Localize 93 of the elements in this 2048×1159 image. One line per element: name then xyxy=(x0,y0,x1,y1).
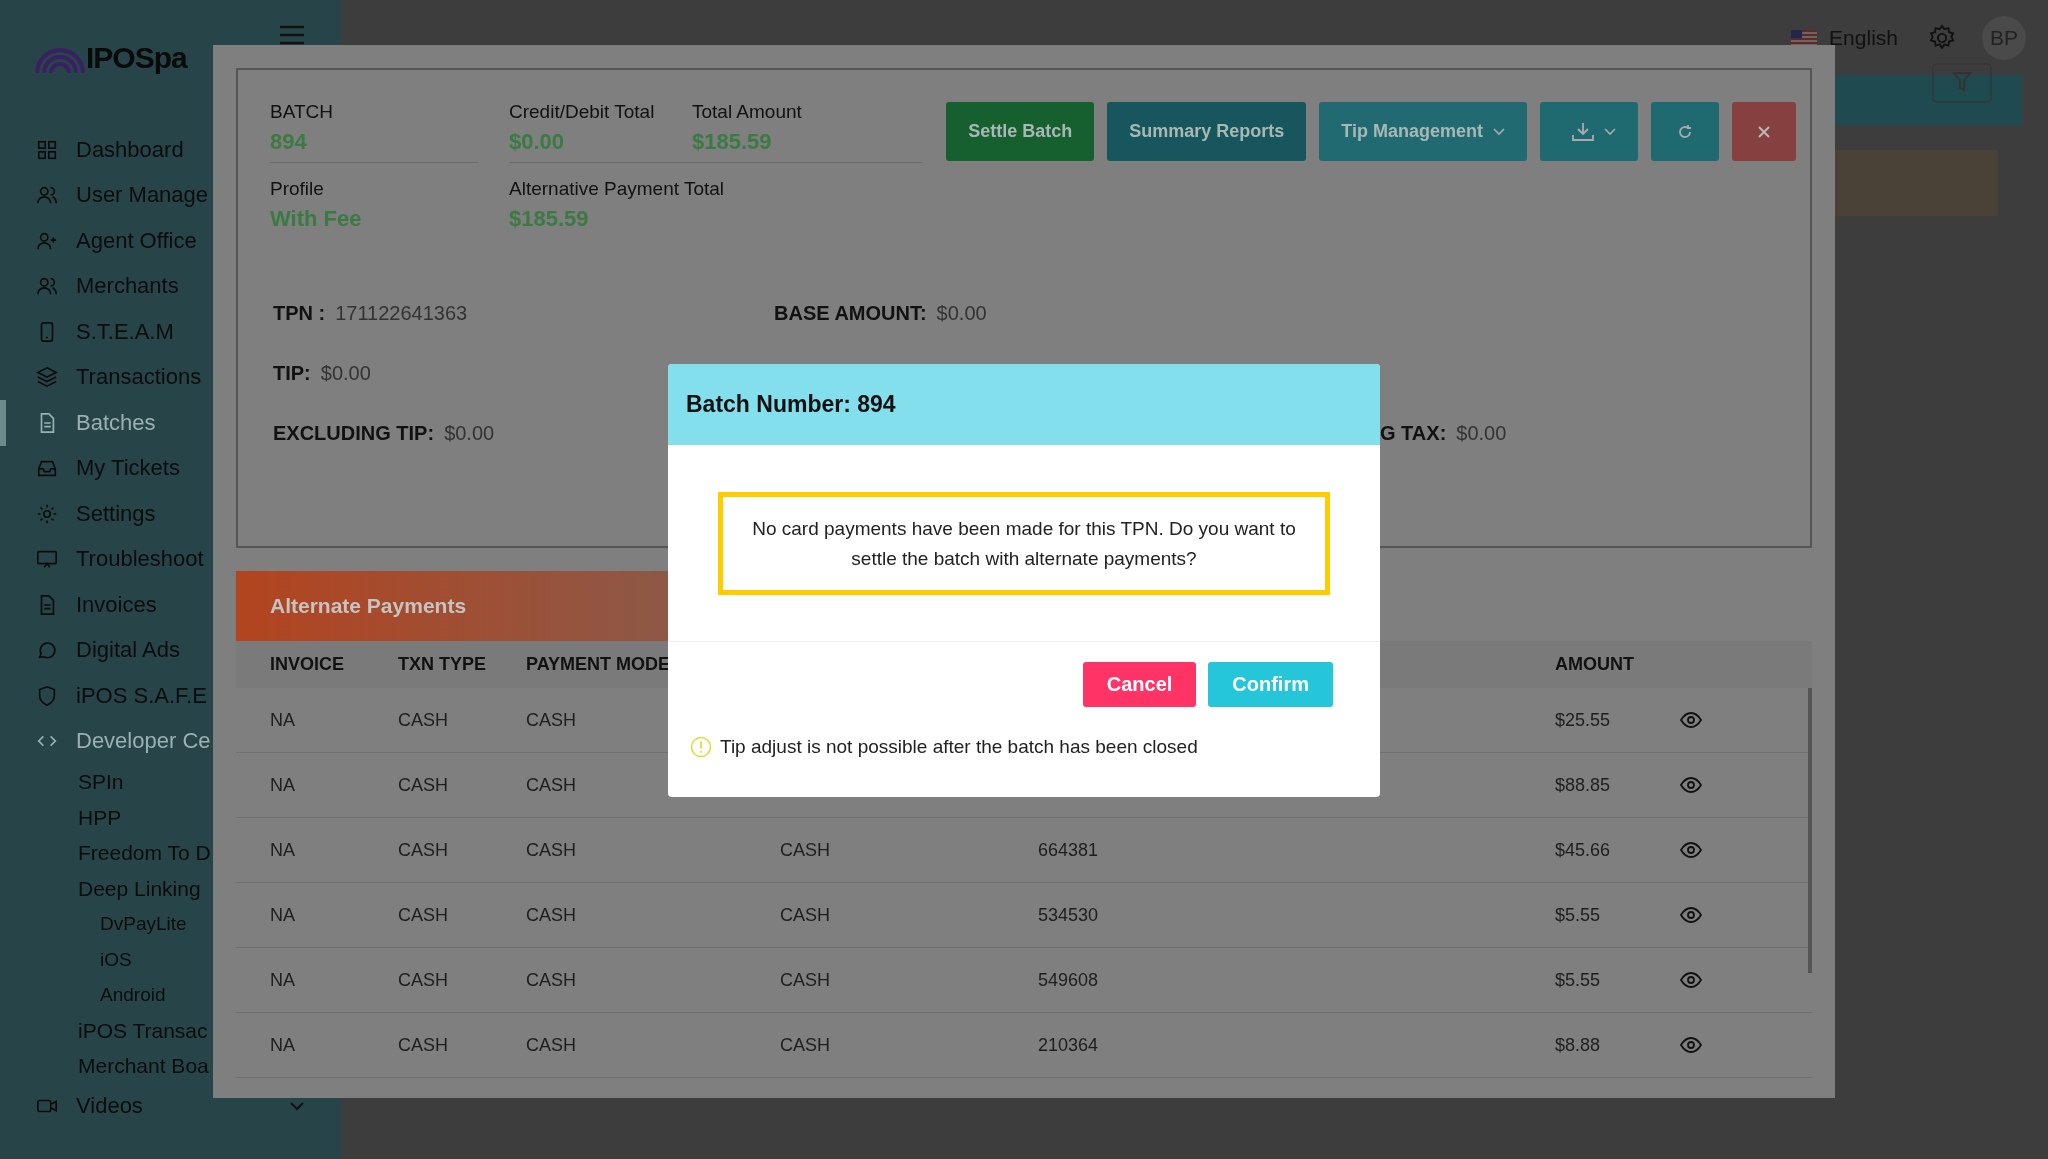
table-cell-text: CASH xyxy=(780,839,831,861)
chat-icon xyxy=(36,639,58,662)
chevron-down-icon xyxy=(289,1101,305,1112)
dialog-title: Batch Number: 894 xyxy=(686,391,896,418)
table-cell-text: 664381 xyxy=(1038,839,1100,861)
detail-label: G TAX: xyxy=(1380,421,1447,445)
table-cell-text: CASH xyxy=(780,1034,831,1056)
grid-icon xyxy=(36,138,58,161)
table-cell-text: CASH xyxy=(398,969,449,991)
table-cell-text: NA xyxy=(270,904,296,926)
table-cell-text: CASH xyxy=(526,1034,577,1056)
detail-value: $0.00 xyxy=(320,361,371,385)
confirm-button[interactable]: Confirm xyxy=(1208,662,1333,707)
table-cell-text: NA xyxy=(270,774,296,796)
chevron-down-icon xyxy=(1493,127,1505,136)
table-cell-text: CASH xyxy=(398,904,449,926)
tip-management-dropdown[interactable]: Tip Management xyxy=(1319,102,1527,161)
table-cell-text: 549608 xyxy=(1038,969,1100,991)
detail-label: TPN : xyxy=(273,301,326,325)
view-icon[interactable] xyxy=(1680,972,1702,988)
view-icon[interactable] xyxy=(1680,842,1702,858)
warning-message: No card payments have been made for this TPN. Do you want to settle the batch with alternate payments? xyxy=(718,492,1330,595)
table-cell-text: 534530 xyxy=(1038,904,1100,926)
column-header: INVOICE xyxy=(270,654,345,675)
summary-value: $185.59 xyxy=(509,205,590,233)
detail-label: TIP: xyxy=(273,361,311,385)
table-cell-text: $5.55 xyxy=(1555,904,1602,926)
info-icon xyxy=(690,736,712,758)
table-cell-text: CASH xyxy=(398,1034,449,1056)
close-button[interactable] xyxy=(1732,102,1796,161)
logo-text: IPOSpa xyxy=(86,41,187,75)
chevron-down-icon xyxy=(1604,127,1616,136)
download-icon xyxy=(1572,121,1594,142)
view-icon[interactable] xyxy=(1680,712,1702,728)
section-title: Alternate Payments xyxy=(270,594,467,618)
table-cell-text: CASH xyxy=(526,774,577,796)
layers-icon xyxy=(36,366,58,389)
scrollbar[interactable] xyxy=(1808,688,1812,973)
summary-label: Alternative Payment Total xyxy=(509,177,726,201)
summary-label: BATCH xyxy=(270,100,334,124)
sidebar-item[interactable]: Troubleshoot xyxy=(0,536,341,582)
table-cell-text: NA xyxy=(270,709,296,731)
download-button[interactable] xyxy=(1540,102,1638,161)
column-header: PAYMENT MODE xyxy=(526,654,672,675)
shield-icon xyxy=(36,684,58,707)
summary-label: Total Amount xyxy=(692,100,803,124)
table-cell-text: CASH xyxy=(398,774,449,796)
detail-value: 171122641363 xyxy=(335,301,468,325)
table-cell-text: NA xyxy=(270,839,296,861)
view-icon[interactable] xyxy=(1680,907,1702,923)
sidebar-item[interactable]: My Tickets xyxy=(0,445,341,491)
table-cell-text: NA xyxy=(270,1034,296,1056)
table-cell-text: CASH xyxy=(526,969,577,991)
settings-icon[interactable] xyxy=(1928,23,1956,52)
detail-value: $0.00 xyxy=(936,301,987,325)
table-cell-text: CASH xyxy=(398,839,449,861)
table-cell-text: $88.85 xyxy=(1555,774,1612,796)
detail-value: $0.00 xyxy=(444,421,495,445)
menu-icon[interactable] xyxy=(279,24,305,45)
summary-value: $185.59 xyxy=(692,128,773,156)
view-icon[interactable] xyxy=(1680,1037,1702,1053)
table-cell-text: CASH xyxy=(398,709,449,731)
table-cell-text: CASH xyxy=(780,904,831,926)
refresh-button[interactable] xyxy=(1651,102,1719,161)
column-header: AMOUNT xyxy=(1555,654,1635,675)
table-cell-text: CASH xyxy=(780,969,831,991)
summary-label: Credit/Debit Total xyxy=(509,100,656,124)
close-icon xyxy=(1757,124,1771,139)
table-cell-text: NA xyxy=(270,969,296,991)
summary-value: $0.00 xyxy=(509,128,566,156)
table-cell-text: $5.55 xyxy=(1555,969,1602,991)
summary-value: With Fee xyxy=(270,205,363,233)
table-cell-text: $45.66 xyxy=(1555,839,1612,861)
summary-label: Profile xyxy=(270,177,325,201)
table-cell-text: CASH xyxy=(526,709,577,731)
summary-reports-button[interactable]: Summary Reports xyxy=(1107,102,1307,161)
filter-icon[interactable] xyxy=(1932,63,1992,103)
cancel-button[interactable]: Cancel xyxy=(1082,662,1197,707)
detail-value: $0.00 xyxy=(1456,421,1507,445)
table-cell-text: $25.55 xyxy=(1555,709,1612,731)
table-cell-text: $8.88 xyxy=(1555,1034,1602,1056)
summary-value: 894 xyxy=(270,128,308,156)
note-text: Tip adjust is not possible after the batch has been closed xyxy=(720,736,1198,758)
table-cell-text: 210364 xyxy=(1038,1034,1100,1056)
refresh-icon xyxy=(1677,123,1693,140)
table-cell-text: CASH xyxy=(526,839,577,861)
sidebar-item[interactable]: Videos xyxy=(0,1083,341,1129)
settle-batch-button[interactable]: Settle Batch xyxy=(946,102,1095,161)
view-icon[interactable] xyxy=(1680,777,1702,793)
table-cell-text: CASH xyxy=(526,904,577,926)
sidebar-item[interactable]: Settings xyxy=(0,491,341,537)
column-header: TXN TYPE xyxy=(398,654,487,675)
detail-label: BASE AMOUNT: xyxy=(774,301,927,325)
